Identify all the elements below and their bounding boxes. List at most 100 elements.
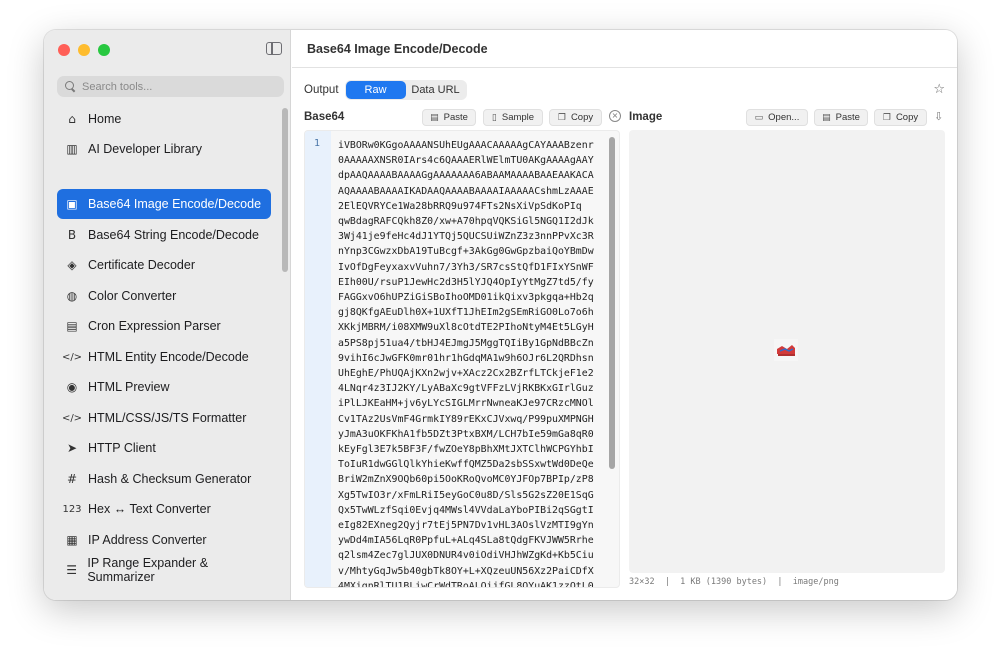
code-line: dpAAQAAAABAAAAGgAAAAAAA6ABAAMAAAABAAEAAK… bbox=[338, 170, 594, 182]
window-controls bbox=[58, 44, 110, 56]
sidebar-item-ip-address-converter[interactable]: ▦ IP Address Converter bbox=[57, 525, 271, 555]
sidebar-item-label: Base64 Image Encode/Decode bbox=[88, 197, 262, 211]
send-icon: ➤ bbox=[66, 441, 78, 455]
base64-copy-label: Copy bbox=[570, 112, 594, 123]
sidebar-item-cron-expression-parser[interactable]: ▤ Cron Expression Parser bbox=[57, 311, 271, 341]
code-line: 4MXignRlTU1BLiwCrWdTRoALOijfGL8OYuAK1zzQ… bbox=[338, 580, 594, 588]
calendar-clock-icon: ▤ bbox=[66, 319, 78, 333]
sidebar-item-ai-developer-library[interactable]: ▥ AI Developer Library bbox=[57, 134, 271, 164]
sidebar-item-hash-checksum-generator[interactable]: # Hash & Checksum Generator bbox=[57, 464, 271, 494]
code-line: UhEghE/PhUQAjKXn2wjv+XAcz2Cx2BZrfLTCkjeF… bbox=[338, 368, 594, 380]
base64-editor[interactable]: 1 iVBORw0KGgoAAAANSUhEUgAAACAAAAAgCAYAAA… bbox=[304, 130, 620, 588]
line-number: 1 bbox=[314, 138, 321, 149]
search-icon bbox=[65, 81, 76, 92]
image-copy-label: Copy bbox=[895, 112, 919, 123]
sidebar-item-html-preview[interactable]: ◉ HTML Preview bbox=[57, 372, 271, 402]
code-line: yJmA3uOKFKhA1fb5DZt3PtxBXM/LCH7bIe59mGa8… bbox=[338, 428, 594, 440]
document-icon: ▯ bbox=[491, 112, 497, 123]
code-line: Xg5TwIO3r/xFmLRiI5eyGoC0u8D/Sls5G2sZ20E1… bbox=[338, 489, 594, 501]
sidebar-item-label: HTML Preview bbox=[88, 380, 170, 394]
image-open-button[interactable]: ▭ Open... bbox=[746, 109, 808, 126]
sidebar-item-label: Cron Expression Parser bbox=[88, 319, 221, 333]
base64-sample-label: Sample bbox=[501, 112, 535, 123]
code-line: iPlLJKEaHM+jv6yLYcSIGLMrrNwneaKJe97CRzcM… bbox=[338, 398, 594, 410]
code-line: IvOfDgFeyxaxvVuhn7/3Yh3/SR7csStQfD1FIxYS… bbox=[338, 261, 594, 273]
base64-text[interactable]: iVBORw0KGgoAAAANSUhEUgAAACAAAAAgCAYAAABz… bbox=[338, 138, 606, 588]
code-line: AQAAAABAAAAIKADAAQAAAABAAAAIAAAAACshmLzA… bbox=[338, 185, 594, 197]
sidebar-item-base64-image-encode-decode[interactable]: ▣ Base64 Image Encode/Decode bbox=[57, 189, 271, 219]
image-panel-header: Image bbox=[629, 108, 662, 126]
base64-copy-button[interactable]: ❐ Copy bbox=[549, 109, 602, 126]
line-number-gutter: 1 bbox=[305, 131, 331, 587]
main-content: Base64 Image Encode/Decode Output Raw Da… bbox=[292, 30, 957, 600]
code-line: EIh00U/rsuP1JewHc2d3H5lYJQ4OpIyYtMgZ7td5… bbox=[338, 276, 594, 288]
code-line: 0AAAAAXNSR0IArs4c6QAAAERlWElmTU0AKgAAAAg… bbox=[338, 155, 594, 167]
base64-paste-label: Paste bbox=[443, 112, 468, 123]
sidebar-item-label: IP Address Converter bbox=[88, 533, 207, 547]
output-label: Output bbox=[304, 84, 339, 96]
copy-icon: ❐ bbox=[882, 112, 891, 123]
eye-icon: ◉ bbox=[66, 380, 78, 394]
code-line: eIg82EXneg2Qyjr7tEj5PN7Dv1vHL3AOslVzMTI9… bbox=[338, 520, 594, 532]
code-line: ToIuR1dwGGlQlkYhieKwffQMZ5Da2sbSSxwtWd0D… bbox=[338, 459, 594, 471]
sidebar-scrollbar[interactable] bbox=[282, 108, 288, 272]
search-bar[interactable] bbox=[57, 76, 284, 97]
list-icon: ☰ bbox=[66, 563, 78, 577]
clipboard-icon: ▤ bbox=[430, 112, 439, 123]
network-icon: ▦ bbox=[66, 533, 78, 547]
image-metadata-status: 32×32 | 1 KB (1390 bytes) | image/png bbox=[629, 577, 839, 587]
base64-paste-button[interactable]: ▤ Paste bbox=[422, 109, 476, 126]
sidebar-item-label: Hash & Checksum Generator bbox=[88, 472, 252, 486]
sidebar-item-label: IP Range Expander & Summarizer bbox=[87, 556, 209, 584]
image-title: Image bbox=[629, 111, 663, 123]
base64-title: Base64 bbox=[304, 111, 345, 123]
number-icon: 123 bbox=[62, 503, 82, 515]
folder-icon: ▭ bbox=[754, 112, 764, 123]
save-icon[interactable]: ⇩ bbox=[934, 110, 943, 123]
favorite-star-icon[interactable]: ☆ bbox=[933, 82, 945, 97]
image-open-label: Open... bbox=[768, 112, 800, 123]
image-copy-button[interactable]: ❐ Copy bbox=[874, 109, 927, 126]
sidebar-item-label: Certificate Decoder bbox=[88, 258, 195, 272]
palette-icon: ◍ bbox=[66, 289, 78, 303]
code-line: nYnp3CGwzxDbA19TuBcgf+3AkGg0GwGpzbaiQoYB… bbox=[338, 246, 594, 258]
shield-icon: ◈ bbox=[67, 258, 77, 272]
clear-icon[interactable]: × bbox=[609, 110, 621, 122]
sidebar-item-home[interactable]: ⌂ Home bbox=[57, 104, 271, 134]
search-input[interactable] bbox=[82, 80, 272, 93]
code-icon: </> bbox=[61, 412, 83, 424]
decoded-image-thumbnail bbox=[774, 339, 798, 361]
sidebar-item-label: Home bbox=[88, 112, 122, 126]
base64-sample-button[interactable]: ▯ Sample bbox=[483, 109, 543, 126]
app-window: ⌂ Home ▥ AI Developer Library ▣ Base64 Image … bbox=[44, 30, 957, 600]
code-line: Cv1TAz2UsVmF4GrmkIY89rEKxCJVxwq/P99puXMP… bbox=[338, 413, 594, 425]
code-line: q2lsm4Zec7glJUX0DNUR4v0iOdiVHJhWZgKd+Kb5… bbox=[338, 550, 594, 562]
sidebar-item-color-converter[interactable]: ◍ Color Converter bbox=[57, 281, 271, 311]
base64-panel-header: Base64 bbox=[304, 108, 344, 126]
code-line: 2ElEQVRYCe1Wa28bRRQ9u974FTs2NsXiVpSdKoPI… bbox=[338, 200, 582, 212]
sidebar-item-html-entity-encode-decode[interactable]: </> HTML Entity Encode/Decode bbox=[57, 342, 271, 372]
code-line: iVBORw0KGgoAAAANSUhEUgAAACAAAAAgCAYAAABz… bbox=[338, 140, 594, 151]
sidebar-item-http-client[interactable]: ➤ HTTP Client bbox=[57, 433, 271, 463]
sidebar-item-base64-string-encode-decode[interactable]: B Base64 String Encode/Decode bbox=[57, 220, 271, 250]
image-preview bbox=[629, 130, 945, 573]
minimize-window-button[interactable] bbox=[78, 44, 90, 56]
copy-icon: ❐ bbox=[557, 112, 566, 123]
code-icon: </> bbox=[61, 351, 83, 363]
mode-raw-button[interactable]: Raw bbox=[345, 81, 406, 99]
image-thumbnail-graphic bbox=[774, 339, 798, 361]
sidebar-item-certificate-decoder[interactable]: ◈ Certificate Decoder bbox=[57, 250, 271, 280]
sidebar-toggle-icon[interactable] bbox=[266, 42, 282, 55]
image-paste-button[interactable]: ▤ Paste bbox=[814, 109, 868, 126]
code-line: 3Wj41je9feHc4dJ1YTQj5QUCSUiWZnZ3z3nnPPvX… bbox=[338, 231, 594, 243]
code-line: FAGGxvO6hUPZiGiSBoIhoOMD01ikQixv3pkgqa+H… bbox=[338, 292, 594, 304]
clipboard-icon: ▤ bbox=[822, 112, 831, 123]
editor-scrollbar[interactable] bbox=[609, 137, 615, 469]
zoom-window-button[interactable] bbox=[98, 44, 110, 56]
close-window-button[interactable] bbox=[58, 44, 70, 56]
sidebar-item-html-css-js-ts-formatter[interactable]: </> HTML/CSS/JS/TS Formatter bbox=[57, 403, 271, 433]
sidebar-item-hex-text-converter[interactable]: 123 Hex ↔ Text Converter bbox=[57, 494, 271, 524]
sidebar-item-ip-range-expander-summarizer[interactable]: ☰ IP Range Expander & Summarizer bbox=[57, 555, 271, 585]
code-line: BriW2mZnX9OQb60pi5OoKRoQvoMC0YJFOp7BPIp/… bbox=[338, 474, 594, 486]
mode-data-url-button[interactable]: Data URL bbox=[406, 81, 466, 99]
